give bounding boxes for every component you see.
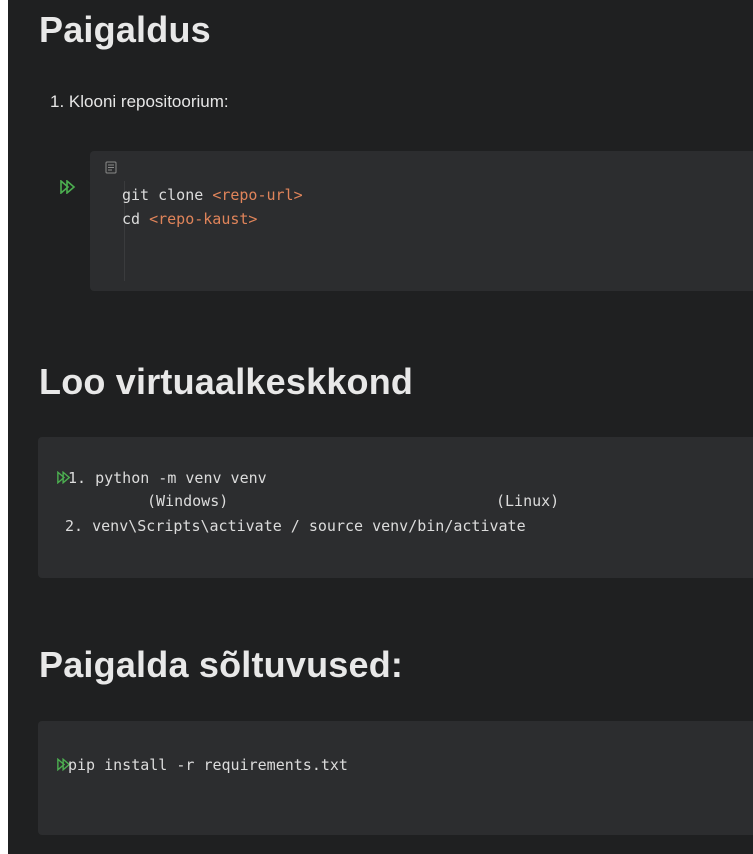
heading-loo-virtuaalkeskkond: Loo virtuaalkeskkond	[39, 361, 414, 402]
list-item-clone: 1. Klooni repositoorium:	[50, 90, 229, 114]
run-icon[interactable]	[60, 180, 76, 194]
code-line-3: 2. venv\Scripts\activate / source venv/b…	[56, 517, 526, 535]
code-block-venv[interactable]: 1. python -m venv venv (Windows) (Linux)…	[38, 437, 753, 578]
code-line-1: pip install -r requirements.txt	[68, 756, 348, 774]
code-cmd: git clone	[122, 186, 213, 204]
code-block-deps[interactable]: pip install -r requirements.txt	[38, 721, 753, 835]
code-line-1: git clone <repo-url>	[122, 185, 303, 205]
heading-paigalda-soltuvused: Paigalda sõltuvused:	[39, 644, 404, 685]
code-line-2-linux: (Linux)	[496, 492, 560, 510]
code-arg: <repo-kaust>	[149, 210, 258, 228]
code-cmd: cd	[122, 210, 150, 228]
document-view: Paigaldus 1. Klooni repositoorium: git c…	[8, 0, 753, 854]
code-arg: <repo-url>	[212, 186, 303, 204]
list-item-text: Klooni repositoorium:	[68, 92, 229, 111]
list-item-number: 1.	[50, 92, 65, 111]
heading-paigaldus: Paigaldus	[39, 9, 211, 50]
code-line-1: 1. python -m venv venv	[68, 469, 267, 487]
code-line-2: cd <repo-kaust>	[122, 209, 257, 229]
code-line-2-windows: (Windows)	[147, 492, 229, 510]
code-block-clone[interactable]: git clone <repo-url> cd <repo-kaust>	[90, 151, 753, 291]
copy-icon[interactable]	[105, 161, 117, 174]
